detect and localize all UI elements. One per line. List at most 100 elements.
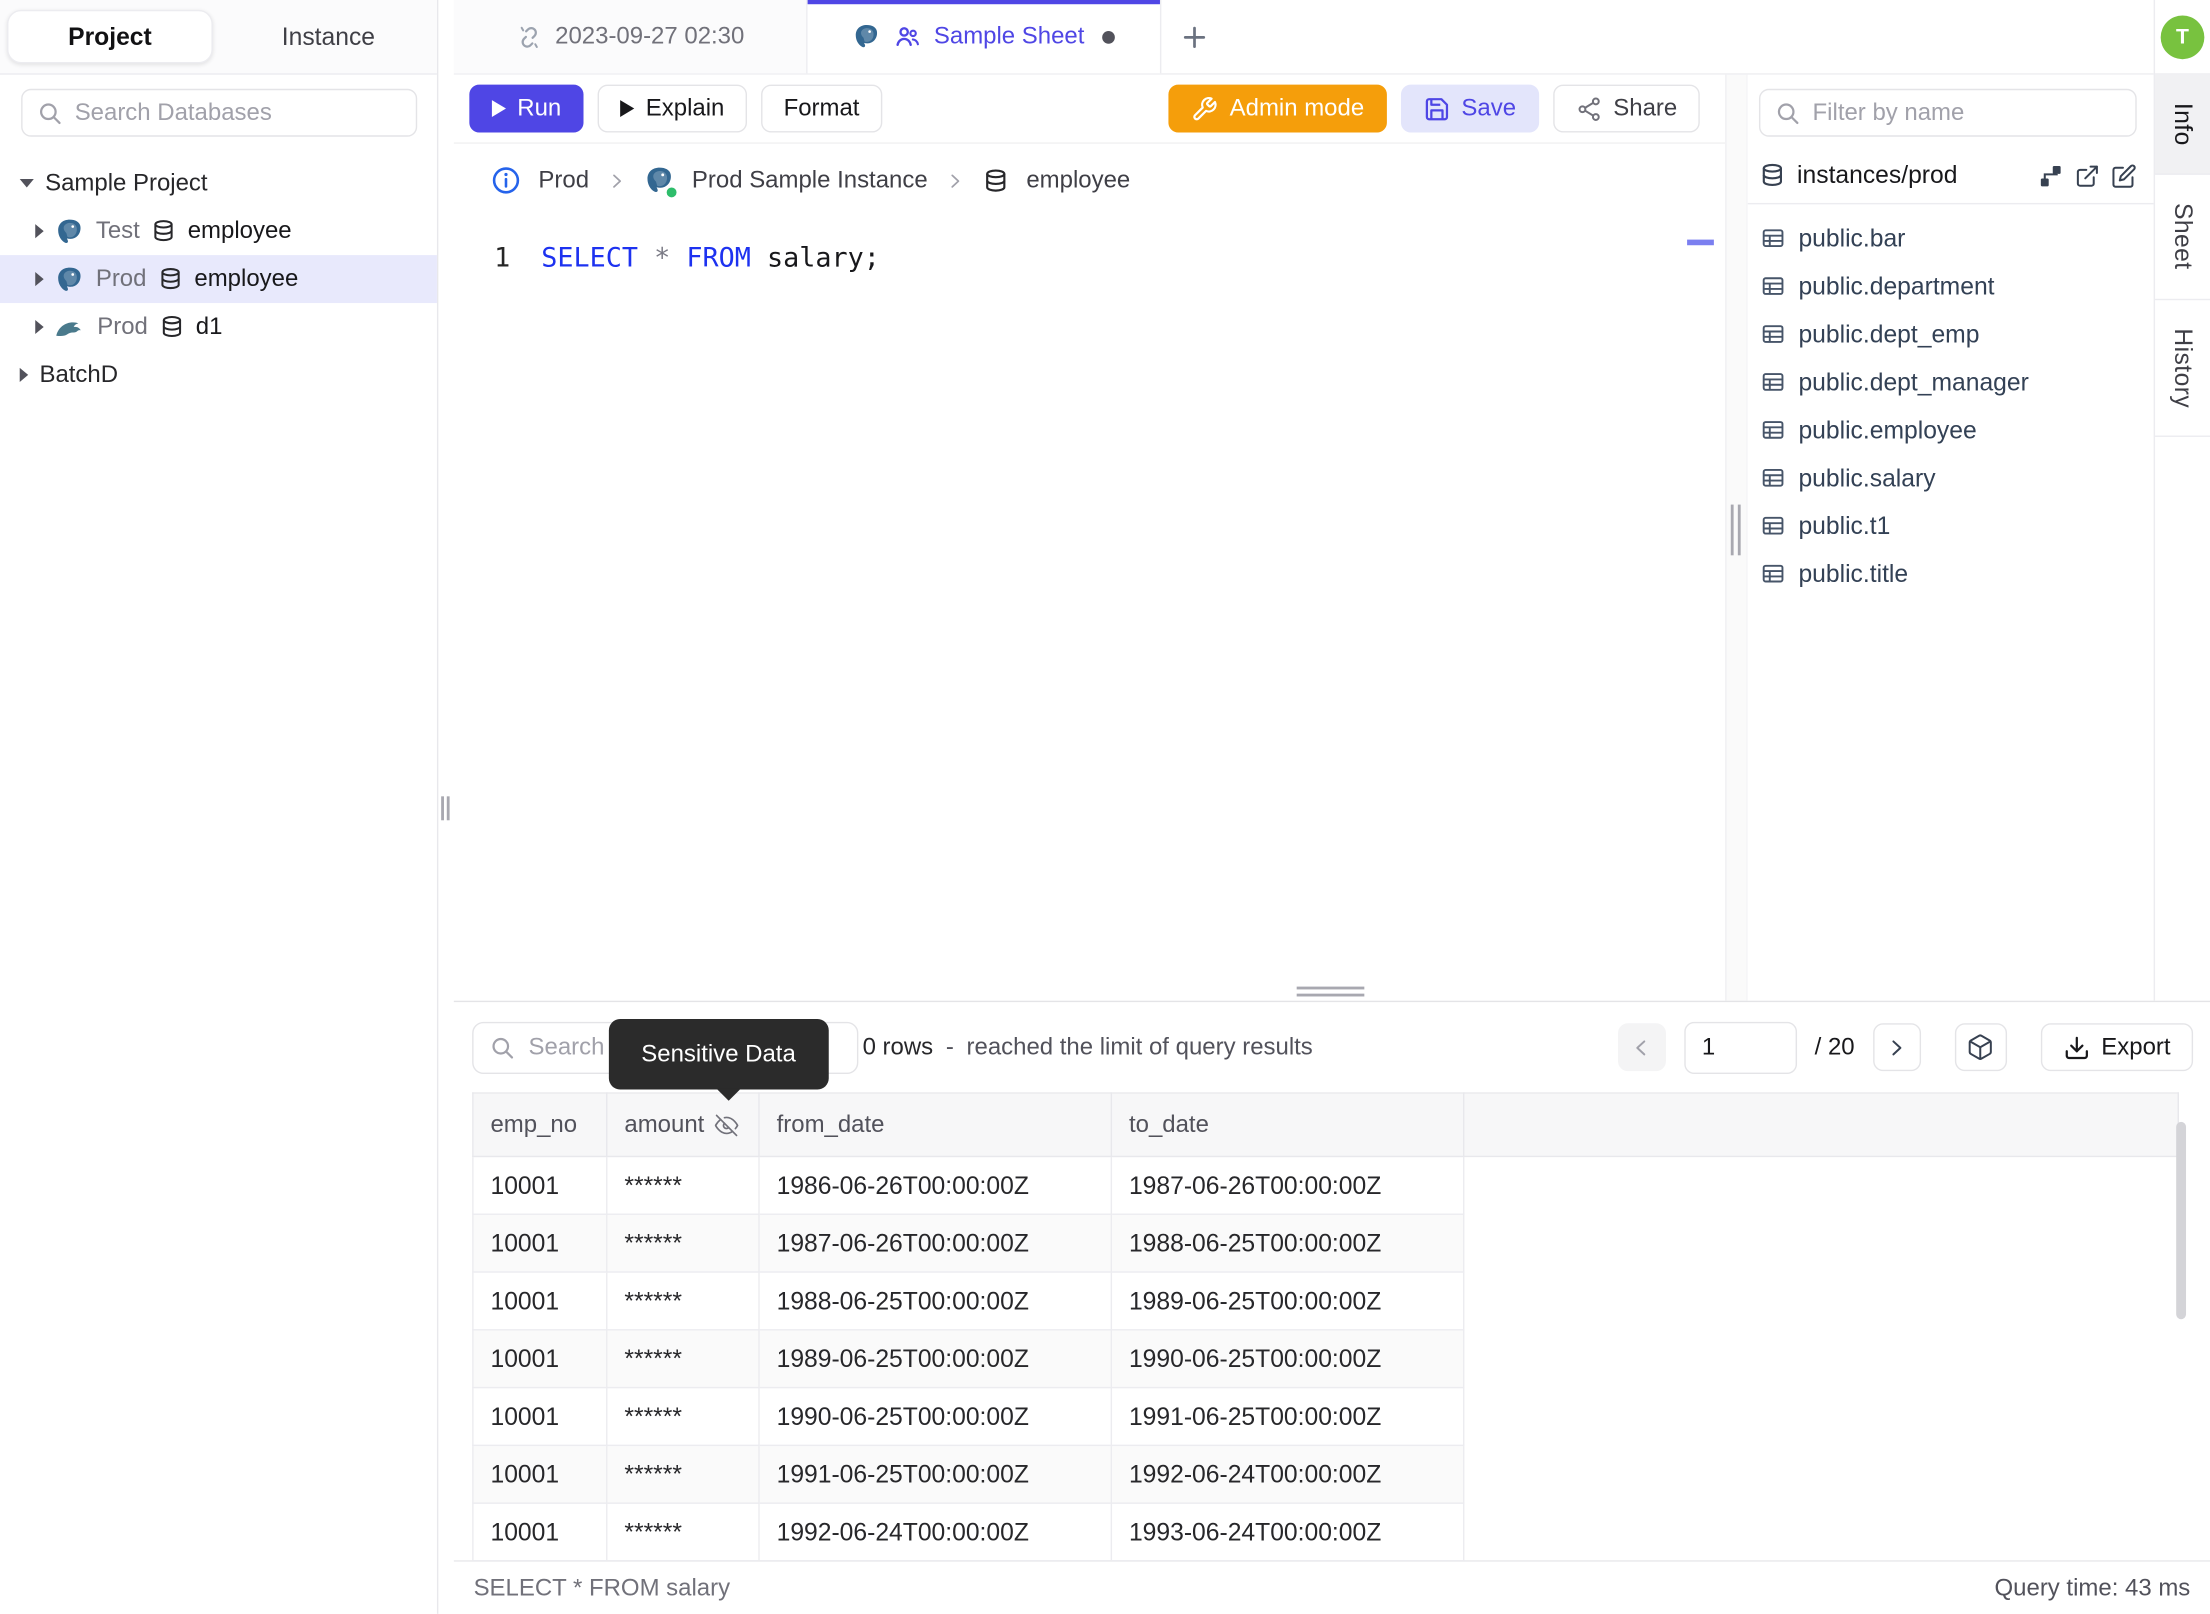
column-header[interactable]: from_date — [758, 1092, 1113, 1158]
app-root: Project Instance Sample Project Test emp… — [0, 0, 2210, 1614]
status-bar: SELECT * FROM salary Query time: 43 ms — [453, 1560, 2210, 1614]
table-icon — [1760, 321, 1785, 346]
sql-line: SELECT * FROM salary; — [541, 242, 880, 274]
tab-history[interactable]: History — [2155, 300, 2210, 438]
table-list: public.bar public.department public.dept… — [1748, 204, 2154, 597]
minimap-indicator — [1687, 239, 1714, 246]
external-link-icon[interactable] — [2075, 163, 2100, 188]
avatar[interactable]: T — [2160, 15, 2205, 60]
breadcrumb: Prod Prod Sample Instance employee — [454, 144, 1725, 217]
table-list-item[interactable]: public.title — [1748, 550, 2154, 598]
next-page-button[interactable] — [1872, 1023, 1921, 1072]
save-icon — [1423, 95, 1450, 122]
save-button[interactable]: Save — [1400, 84, 1539, 133]
environment-label: Prod — [97, 312, 148, 340]
instance-path: instances/prod — [1797, 160, 1958, 189]
breadcrumb-environment[interactable]: Prod — [538, 166, 589, 194]
page-total: / 20 — [1814, 1033, 1855, 1060]
tab-instance[interactable]: Instance — [227, 10, 430, 64]
tab-info[interactable]: Info — [2155, 74, 2210, 176]
results-scrollbar[interactable] — [2176, 1121, 2187, 1320]
tab-project[interactable]: Project — [7, 9, 213, 64]
rows-count: 0 rows — [862, 1033, 934, 1060]
format-button[interactable]: Format — [761, 84, 883, 133]
database-tree: Sample Project Test employee Prod employ… — [0, 145, 437, 399]
table-row[interactable]: 10001 ****** 1987-06-26T00:00:00Z 1988-06-2… — [472, 1213, 2179, 1273]
pagination: / 20 Export — [1617, 1021, 2194, 1074]
tree-item-prod-d1[interactable]: Prod d1 — [0, 303, 437, 351]
table-list-item[interactable]: public.employee — [1748, 406, 2154, 454]
table-row[interactable]: 10001 ****** 1989-06-25T00:00:00Z 1990-06-2… — [472, 1329, 2179, 1389]
schema-diagram-icon[interactable] — [2038, 163, 2063, 188]
breadcrumb-database[interactable]: employee — [1026, 166, 1130, 194]
column-header[interactable]: to_date — [1110, 1092, 1465, 1158]
table-row[interactable]: 10001 ****** 1990-06-25T00:00:00Z 1991-06-2… — [472, 1386, 2179, 1447]
chevron-right-icon — [1885, 1035, 1909, 1059]
explain-button[interactable]: Explain — [597, 84, 747, 133]
share-icon — [1575, 95, 1602, 122]
table-icon — [1760, 369, 1785, 394]
table-row[interactable]: 10001 ****** 1986-06-26T00:00:00Z 1987-06-2… — [472, 1155, 2179, 1215]
sidebar-resize-handle[interactable] — [441, 796, 450, 821]
search-icon — [489, 1034, 516, 1061]
query-time: Query time: 43 ms — [1994, 1573, 2191, 1601]
table-list-item[interactable]: public.dept_emp — [1748, 310, 2154, 358]
caret-down-icon[interactable] — [19, 178, 34, 188]
sidebar-mode-tabs: Project Instance — [0, 0, 437, 75]
right-tab-strip: T Info Sheet History — [2153, 0, 2210, 1001]
result-summary: 0 rows - reached the limit of query resu… — [862, 1033, 1313, 1060]
share-button[interactable]: Share — [1552, 84, 1700, 133]
postgresql-icon — [55, 264, 85, 294]
table-list-item[interactable]: public.t1 — [1748, 502, 2154, 550]
results-resize-handle[interactable] — [1296, 986, 1365, 997]
schema-panel: instances/prod public.bar public.departm… — [1747, 74, 2154, 1001]
edit-icon[interactable] — [2111, 163, 2136, 188]
tree-item-prod-employee[interactable]: Prod employee — [0, 255, 437, 304]
add-sheet-button[interactable] — [1161, 0, 1226, 73]
table-row[interactable]: 10001 ****** 1992-06-24T00:00:00Z 1993-06-2… — [472, 1502, 2179, 1562]
postgresql-icon — [55, 216, 85, 246]
editor-column: Run Explain Format Admin mode Save Share — [453, 74, 1726, 1001]
table-row[interactable]: 10001 ****** 1988-06-25T00:00:00Z 1989-06-2… — [472, 1271, 2179, 1331]
table-list-item[interactable]: public.dept_manager — [1748, 358, 2154, 406]
caret-right-icon[interactable] — [35, 319, 44, 335]
sheet-tab-temp[interactable]: 2023-09-27 02:30 — [453, 0, 808, 74]
sheet-tab-sample-sheet[interactable]: Sample Sheet — [807, 0, 1162, 74]
play-icon — [620, 100, 635, 117]
export-button[interactable]: Export — [2040, 1023, 2194, 1072]
run-button[interactable]: Run — [469, 84, 584, 133]
table-filter-input[interactable] — [1812, 98, 2122, 127]
table-list-item[interactable]: public.department — [1748, 262, 2154, 310]
environment-label: Prod — [95, 264, 147, 292]
column-header-amount[interactable]: amount — [606, 1092, 760, 1158]
column-header-filler — [1462, 1092, 2179, 1158]
caret-right-icon[interactable] — [35, 272, 44, 287]
table-list-item[interactable]: public.salary — [1748, 454, 2154, 502]
panel-resize-handle[interactable] — [1730, 504, 1741, 556]
page-input[interactable] — [1683, 1021, 1797, 1074]
tree-item-batchd[interactable]: BatchD — [0, 351, 437, 399]
breadcrumb-instance[interactable]: Prod Sample Instance — [692, 166, 928, 194]
table-icon — [1760, 226, 1785, 251]
table-row[interactable]: 10001 ****** 1991-06-25T00:00:00Z 1992-06-2… — [472, 1444, 2179, 1504]
line-number: 1 — [494, 242, 511, 274]
database-icon — [151, 218, 176, 243]
mysql-icon — [55, 316, 86, 337]
caret-right-icon[interactable] — [35, 224, 44, 239]
table-list-item[interactable]: public.bar — [1748, 214, 2154, 262]
play-icon — [491, 100, 506, 117]
sql-editor[interactable]: 1 SELECT * FROM salary; — [454, 217, 1725, 273]
info-icon[interactable] — [490, 165, 521, 196]
tree-item-test-employee[interactable]: Test employee — [0, 207, 437, 255]
sheet-tabbar: 2023-09-27 02:30 Sample Sheet — [453, 0, 2154, 75]
results-header: 0 rows - reached the limit of query resu… — [454, 1002, 2210, 1101]
visualize-button[interactable] — [1954, 1023, 2007, 1072]
prev-page-button[interactable] — [1617, 1023, 1666, 1072]
database-search-input[interactable] — [74, 98, 402, 127]
admin-mode-button[interactable]: Admin mode — [1169, 84, 1387, 133]
caret-right-icon[interactable] — [19, 367, 29, 382]
tab-sheet[interactable]: Sheet — [2155, 175, 2210, 300]
column-header[interactable]: emp_no — [472, 1092, 608, 1158]
project-label: Sample Project — [45, 169, 208, 196]
tree-item-sample-project[interactable]: Sample Project — [0, 159, 437, 207]
